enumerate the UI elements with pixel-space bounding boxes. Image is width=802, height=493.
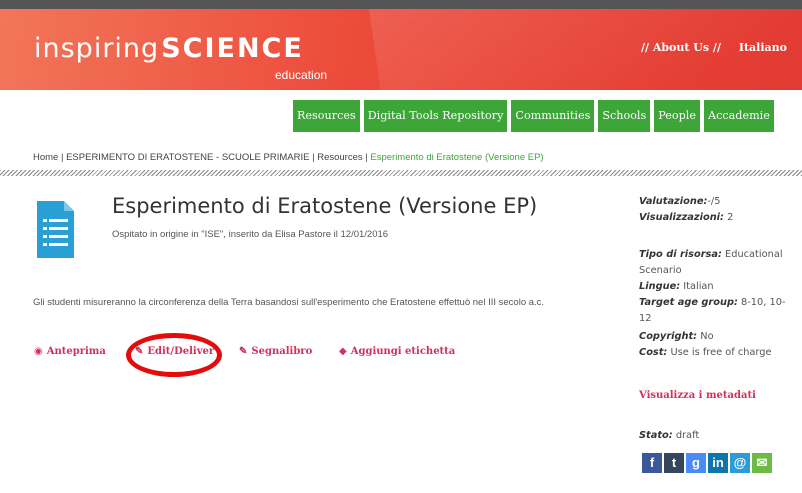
email-at-icon[interactable]: @	[730, 453, 750, 473]
cost-row: Cost: Use is free of charge	[639, 345, 789, 361]
top-dark-bar	[0, 0, 802, 9]
logo-inspiring: inspiring	[34, 33, 160, 64]
views-row: Visualizzazioni: 2	[639, 210, 789, 226]
nav-people[interactable]: People	[654, 100, 701, 132]
age-label: Target age group:	[639, 297, 738, 308]
logo-education: education	[275, 68, 328, 82]
cost-value: Use is free of charge	[670, 347, 772, 358]
nav-digital-tools-repository[interactable]: Digital Tools Repository	[363, 100, 508, 132]
copyright-label: Copyright:	[639, 331, 698, 342]
bookmark-button[interactable]: ✎ Segnalibro	[239, 346, 312, 357]
views-label: Visualizzazioni:	[639, 212, 724, 223]
top-links: // About Us // Italiano	[627, 41, 787, 54]
copyright-value: No	[700, 331, 714, 342]
logo-science: SCIENCE	[161, 33, 304, 64]
nav-schools[interactable]: Schools	[598, 100, 651, 132]
breadcrumb: Home | ESPERIMENTO DI ERATOSTENE - SCUOL…	[33, 152, 544, 163]
main-nav: Resources Digital Tools Repository Commu…	[293, 100, 774, 132]
breadcrumb-section[interactable]: Resources	[317, 152, 362, 163]
mail-icon[interactable]: ✉	[752, 453, 772, 473]
copyright-row: Copyright: No	[639, 329, 789, 345]
language-link[interactable]: Italiano	[739, 41, 787, 54]
document-icon	[37, 201, 74, 258]
status-value: draft	[675, 430, 700, 441]
header-banner: inspiringSCIENCE education // About Us /…	[0, 9, 802, 90]
rating-label: Valutazione:	[639, 196, 708, 207]
eye-icon: ◉	[34, 346, 43, 357]
rating-value: -/5	[707, 196, 721, 207]
social-share-bar: f t g in @ ✉	[642, 453, 772, 473]
annotation-circle	[126, 333, 222, 377]
add-tag-label: Aggiungi etichetta	[350, 346, 456, 357]
cost-label: Cost:	[639, 347, 668, 358]
type-row: Tipo di risorsa: Educational Scenario	[639, 247, 789, 279]
language-row: Lingue: Italian	[639, 279, 789, 295]
status-label: Stato:	[639, 430, 673, 441]
bookmark-icon: ✎	[239, 346, 248, 357]
hatched-divider	[0, 170, 802, 176]
breadcrumb-home[interactable]: Home	[33, 152, 58, 163]
linkedin-icon[interactable]: in	[708, 453, 728, 473]
facebook-icon[interactable]: f	[642, 453, 662, 473]
rating-row: Valutazione:-/5	[639, 194, 789, 210]
preview-label: Anteprima	[46, 346, 106, 357]
type-label: Tipo di risorsa:	[639, 249, 722, 260]
nav-resources[interactable]: Resources	[293, 100, 360, 132]
views-value: 2	[727, 212, 734, 223]
status-row: Stato: draft	[639, 428, 789, 444]
resource-description: Gli studenti misureranno la circonferenz…	[33, 297, 545, 308]
about-us-link[interactable]: // About Us //	[641, 41, 721, 54]
add-tag-button[interactable]: ◆ Aggiungi etichetta	[339, 346, 455, 357]
nav-accademie[interactable]: Accademie	[704, 100, 774, 132]
resource-subtitle: Ospitato in origine in "ISE", inserito d…	[112, 229, 389, 240]
breadcrumb-parent[interactable]: ESPERIMENTO DI ERATOSTENE - SCUOLE PRIMA…	[66, 152, 309, 163]
language-value: Italian	[683, 281, 714, 292]
resource-title: Esperimento di Eratostene (Versione EP)	[112, 194, 538, 218]
age-row: Target age group: 8-10, 10-12	[639, 295, 789, 327]
tumblr-icon[interactable]: t	[664, 453, 684, 473]
bookmark-label: Segnalibro	[251, 346, 313, 357]
nav-communities[interactable]: Communities	[511, 100, 595, 132]
language-label: Lingue:	[639, 281, 681, 292]
breadcrumb-current: Esperimento di Eratostene (Versione EP)	[370, 152, 544, 163]
tag-icon: ◆	[339, 346, 347, 357]
google-icon[interactable]: g	[686, 453, 706, 473]
preview-button[interactable]: ◉ Anteprima	[34, 346, 106, 357]
site-logo[interactable]: inspiringSCIENCE education	[34, 33, 327, 83]
view-metadata-link[interactable]: Visualizza i metadati	[639, 388, 756, 404]
